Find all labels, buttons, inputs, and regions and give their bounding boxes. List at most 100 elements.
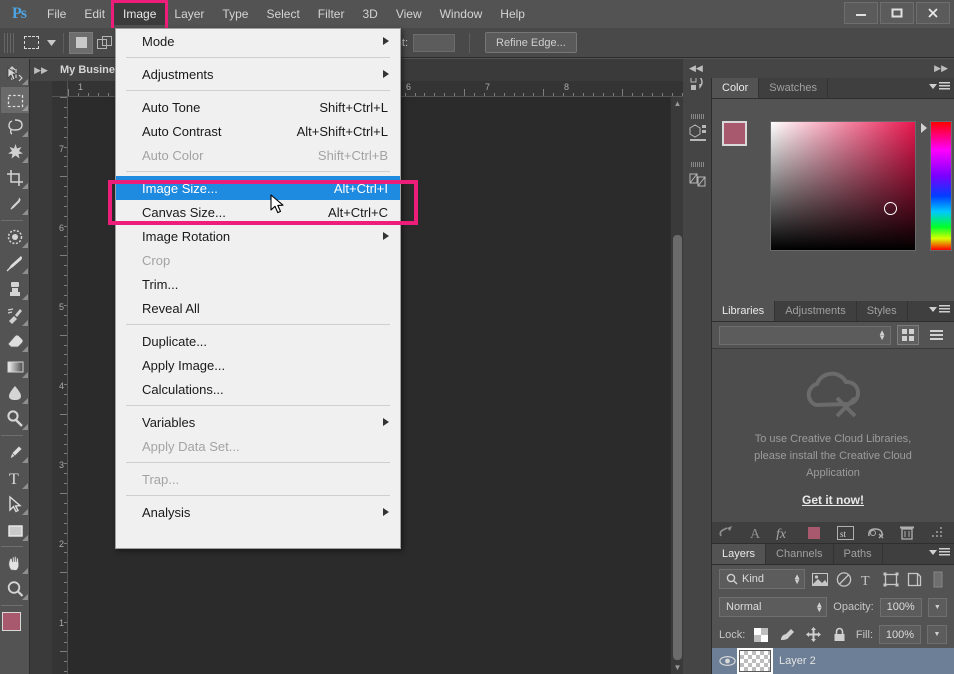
scroll-down-icon[interactable]: ▼	[673, 663, 682, 672]
pixel-filter-icon[interactable]	[811, 570, 829, 588]
menu-window[interactable]: Window	[431, 3, 492, 25]
move-tool[interactable]	[1, 61, 29, 87]
smart-object-filter-icon[interactable]	[906, 570, 924, 588]
opacity-chevron-down-icon[interactable]: ▼	[928, 598, 947, 617]
tab-paths[interactable]: Paths	[834, 544, 883, 564]
menu-view[interactable]: View	[387, 3, 431, 25]
hand-tool[interactable]	[1, 550, 29, 576]
properties-panel-icon[interactable]	[684, 159, 711, 203]
clone-stamp-tool[interactable]	[1, 276, 29, 302]
adjustment-filter-icon[interactable]	[835, 570, 853, 588]
menu-type[interactable]: Type	[213, 3, 257, 25]
height-input[interactable]	[413, 34, 455, 52]
maximize-button[interactable]	[880, 2, 914, 24]
dodge-tool[interactable]	[1, 406, 29, 432]
blend-mode-select[interactable]: Normal ▲▼	[719, 597, 827, 617]
library-select[interactable]: ▲▼	[719, 326, 891, 345]
menu-item-auto-contrast[interactable]: Auto ContrastAlt+Shift+Ctrl+L	[116, 119, 400, 143]
opacity-value[interactable]: 100%	[880, 598, 922, 617]
pen-tool[interactable]	[1, 439, 29, 465]
crop-tool[interactable]	[1, 165, 29, 191]
vertical-ruler[interactable]: 7654321	[52, 97, 68, 674]
3d-panel-icon[interactable]	[684, 111, 711, 155]
history-brush-tool[interactable]	[1, 302, 29, 328]
menu-3d[interactable]: 3D	[353, 3, 386, 25]
filter-toggle-switch[interactable]	[929, 570, 947, 588]
menu-layer[interactable]: Layer	[165, 3, 213, 25]
menu-item-mode[interactable]: Mode	[116, 29, 400, 53]
style-preset-icon[interactable]: st	[835, 524, 855, 542]
rectangular-marquee-icon[interactable]	[18, 32, 44, 54]
ruler-corner[interactable]	[52, 81, 68, 97]
menu-item-image-rotation[interactable]: Image Rotation	[116, 224, 400, 248]
menu-help[interactable]: Help	[491, 3, 534, 25]
menu-item-auto-tone[interactable]: Auto ToneShift+Ctrl+L	[116, 95, 400, 119]
dock-collapse-left-icon[interactable]: ◀◀	[689, 63, 703, 74]
menu-item-calculations[interactable]: Calculations...	[116, 377, 400, 401]
tab-channels[interactable]: Channels	[766, 544, 833, 564]
layer-filter-kind-select[interactable]: Kind ▲▼	[719, 569, 805, 589]
dock-collapse-right-icon[interactable]: ▶▶	[934, 63, 948, 74]
tab-swatches[interactable]: Swatches	[759, 78, 828, 98]
type-tool[interactable]: T	[1, 465, 29, 491]
eraser-tool[interactable]	[1, 328, 29, 354]
menu-item-trim[interactable]: Trim...	[116, 272, 400, 296]
link-layers-icon[interactable]	[718, 524, 735, 542]
tab-layers[interactable]: Layers	[712, 544, 766, 564]
libraries-panel-menu-button[interactable]	[929, 305, 950, 314]
brush-tool[interactable]	[1, 250, 29, 276]
menu-item-variables[interactable]: Variables	[116, 410, 400, 434]
new-selection-button[interactable]	[69, 32, 93, 54]
new-group-icon[interactable]	[866, 524, 886, 542]
lock-position-icon[interactable]	[803, 626, 823, 644]
refine-edge-button[interactable]: Refine Edge...	[485, 32, 577, 53]
scrollbar-thumb[interactable]	[673, 235, 682, 660]
lock-all-icon[interactable]	[829, 626, 849, 644]
rectangle-tool[interactable]	[1, 517, 29, 543]
layers-panel-menu-button[interactable]	[929, 548, 950, 557]
tab-styles[interactable]: Styles	[857, 301, 908, 321]
eyedropper-tool[interactable]	[1, 191, 29, 217]
gradient-tool[interactable]	[1, 354, 29, 380]
menu-file[interactable]: File	[38, 3, 75, 25]
menu-edit[interactable]: Edit	[75, 3, 114, 25]
magic-wand-tool[interactable]	[1, 139, 29, 165]
add-to-selection-button[interactable]	[93, 32, 117, 54]
color-swatch-icon[interactable]	[806, 524, 823, 542]
fill-value[interactable]: 100%	[879, 625, 921, 644]
menu-filter[interactable]: Filter	[309, 3, 354, 25]
rectangular-marquee-tool[interactable]	[1, 87, 29, 113]
menu-item-analysis[interactable]: Analysis	[116, 500, 400, 524]
color-panel-swatches[interactable]	[722, 121, 758, 157]
delete-icon[interactable]	[897, 524, 917, 542]
menu-item-duplicate[interactable]: Duplicate...	[116, 329, 400, 353]
layer-visibility-eye-icon[interactable]	[715, 655, 739, 667]
color-field-selector[interactable]	[884, 202, 897, 215]
color-field[interactable]	[770, 121, 916, 251]
menu-item-adjustments[interactable]: Adjustments	[116, 62, 400, 86]
scroll-up-icon[interactable]: ▲	[673, 99, 682, 108]
lasso-tool[interactable]	[1, 113, 29, 139]
resize-grip-icon[interactable]	[928, 524, 948, 542]
spot-healing-brush-tool[interactable]	[1, 224, 29, 250]
collapse-panels-icon[interactable]: ▶▶	[30, 59, 52, 81]
zoom-tool[interactable]	[1, 576, 29, 602]
dock-collapse-bar[interactable]: ◀◀ ▶▶	[683, 59, 954, 78]
lock-image-icon[interactable]	[777, 626, 797, 644]
fx-icon[interactable]: fx	[776, 524, 794, 542]
options-bar-grip[interactable]	[4, 33, 14, 53]
hue-spectrum-slider[interactable]	[930, 121, 952, 251]
tab-adjustments[interactable]: Adjustments	[775, 301, 857, 321]
layer-row[interactable]: Layer 2	[712, 648, 954, 674]
tab-libraries[interactable]: Libraries	[712, 301, 775, 321]
canvas-vertical-scrollbar[interactable]: ▲ ▼	[670, 97, 683, 674]
lock-transparent-icon[interactable]	[751, 626, 771, 644]
text-layer-icon[interactable]: A	[747, 524, 764, 542]
tab-color[interactable]: Color	[712, 78, 759, 98]
foreground-color-swatch[interactable]	[2, 612, 21, 631]
menu-image[interactable]: Image	[114, 3, 165, 25]
menu-item-image-size[interactable]: Image Size...Alt+Ctrl+I	[116, 176, 400, 200]
color-panel-foreground-swatch[interactable]	[722, 121, 747, 146]
grid-view-icon[interactable]	[897, 325, 919, 345]
menu-item-canvas-size[interactable]: Canvas Size...Alt+Ctrl+C	[116, 200, 400, 224]
